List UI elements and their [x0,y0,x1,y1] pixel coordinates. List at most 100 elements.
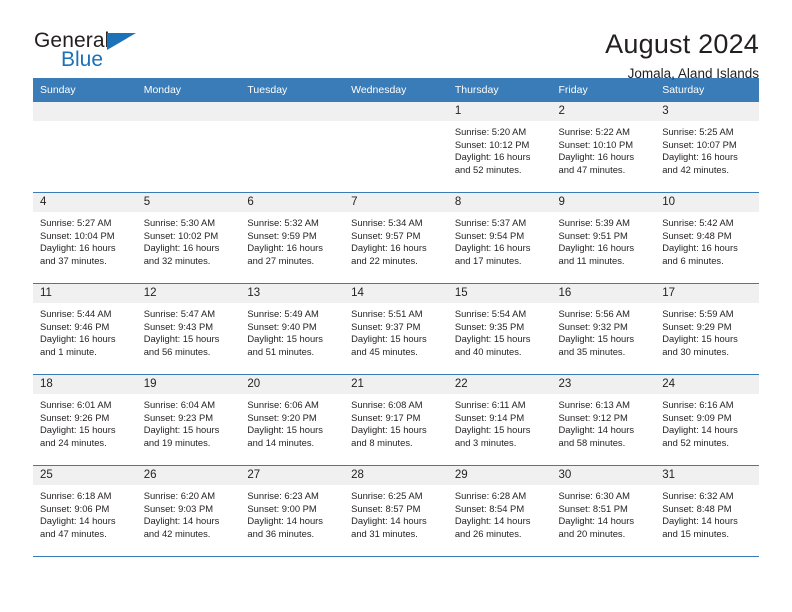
calendar-day-cell[interactable]: 3 Sunrise: 5:25 AM Sunset: 10:07 PM Dayligh… [655,102,759,193]
day-number: 18 [33,375,137,394]
calendar-day-cell[interactable]: 18 Sunrise: 6:01 AM Sunset: 9:26 PM Dayligh… [33,374,137,466]
calendar-day-cell[interactable]: 13 Sunrise: 5:49 AM Sunset: 9:40 PM Dayligh… [240,283,345,375]
calendar-week-row: 18 Sunrise: 6:01 AM Sunset: 9:26 PM Dayligh… [33,374,759,466]
calendar-day-cell[interactable]: 9 Sunrise: 5:39 AM Sunset: 9:51 PM Daylight… [551,192,656,284]
day-details: Sunrise: 5:25 AM Sunset: 10:07 PM Daylight… [655,121,759,176]
day-number: 1 [447,102,552,121]
sunrise-text: Sunrise: 5:49 AM [247,308,319,319]
calendar-day-cell[interactable]: 28 Sunrise: 6:25 AM Sunset: 8:57 PM Dayligh… [344,465,448,557]
daylight-text-cont: and 14 minutes. [247,436,315,448]
calendar-week-row: 4 Sunrise: 5:27 AM Sunset: 10:04 PM Dayligh… [33,192,759,284]
daylight-text-cont: and 8 minutes. [351,436,413,448]
sunrise-text: Sunrise: 6:16 AM [662,399,734,410]
calendar-day-cell[interactable]: 7 Sunrise: 5:34 AM Sunset: 9:57 PM Daylight… [344,192,448,284]
sunrise-text: Sunrise: 6:23 AM [247,490,319,501]
day-number: 14 [344,284,448,303]
sunrise-text: Sunrise: 5:27 AM [40,217,112,228]
day-details: Sunrise: 6:11 AM Sunset: 9:14 PM Daylight:… [448,394,552,449]
day-number: 10 [655,193,759,212]
calendar-day-cell[interactable]: 20 Sunrise: 6:06 AM Sunset: 9:20 PM Dayligh… [240,374,345,466]
day-number: 2 [551,102,656,121]
day-number: 15 [447,284,552,303]
sunrise-text: Sunrise: 5:42 AM [662,217,734,228]
day-cell-inner: 3 Sunrise: 5:25 AM Sunset: 10:07 PM Dayligh… [655,102,759,191]
calendar-day-cell[interactable]: 29 Sunrise: 6:28 AM Sunset: 8:54 PM Dayligh… [447,465,552,557]
logo-text-blue: Blue [61,48,104,71]
calendar-day-cell[interactable]: 2 Sunrise: 5:22 AM Sunset: 10:10 PM Dayligh… [551,102,656,193]
daylight-text: Daylight: 16 hours [40,242,116,254]
day-cell-inner: 8 Sunrise: 5:37 AM Sunset: 9:54 PM Daylight… [447,193,552,282]
sunset-text: Sunset: 9:29 PM [662,320,732,332]
calendar-day-cell[interactable]: 4 Sunrise: 5:27 AM Sunset: 10:04 PM Dayligh… [33,192,137,284]
calendar-day-cell[interactable]: 30 Sunrise: 6:30 AM Sunset: 8:51 PM Dayligh… [551,465,656,557]
daylight-text-cont: and 52 minutes. [454,163,522,175]
calendar-day-cell[interactable]: 15 Sunrise: 5:54 AM Sunset: 9:35 PM Dayligh… [447,283,552,375]
calendar-table: Sunday Monday Tuesday Wednesday Thursday… [33,78,759,557]
calendar-day-cell[interactable]: 25 Sunrise: 6:18 AM Sunset: 9:06 PM Dayligh… [33,465,137,557]
day-cell-inner: 4 Sunrise: 5:27 AM Sunset: 10:04 PM Dayligh… [33,193,137,282]
day-number: 5 [136,193,241,212]
day-cell-inner: 18 Sunrise: 6:01 AM Sunset: 9:26 PM Dayligh… [33,375,137,464]
day-details: Sunrise: 6:18 AM Sunset: 9:06 PM Daylight:… [33,485,137,540]
calendar-day-cell[interactable]: 19 Sunrise: 6:04 AM Sunset: 9:23 PM Dayligh… [136,374,241,466]
day-number: 16 [551,284,656,303]
sunset-text: Sunset: 9:06 PM [40,502,110,514]
calendar-day-cell[interactable]: 8 Sunrise: 5:37 AM Sunset: 9:54 PM Daylight… [447,192,552,284]
sunset-text: Sunset: 10:10 PM [558,138,634,150]
calendar-day-cell[interactable]: 26 Sunrise: 6:20 AM Sunset: 9:03 PM Dayligh… [136,465,241,557]
day-details: Sunrise: 5:34 AM Sunset: 9:57 PM Daylight:… [344,212,448,267]
calendar-day-cell[interactable]: 11 Sunrise: 5:44 AM Sunset: 9:46 PM Dayligh… [33,283,137,375]
calendar-day-cell[interactable]: 21 Sunrise: 6:08 AM Sunset: 9:17 PM Dayligh… [344,374,448,466]
calendar-day-cell[interactable]: 22 Sunrise: 6:11 AM Sunset: 9:14 PM Dayligh… [447,374,552,466]
day-number: 23 [551,375,656,394]
calendar-day-cell[interactable]: 12 Sunrise: 5:47 AM Sunset: 9:43 PM Dayligh… [136,283,241,375]
day-number: 3 [655,102,759,121]
sunrise-text: Sunrise: 5:34 AM [351,217,423,228]
calendar-day-cell[interactable]: 27 Sunrise: 6:23 AM Sunset: 9:00 PM Dayligh… [240,465,345,557]
sunrise-text: Sunrise: 6:28 AM [454,490,527,501]
daylight-text: Daylight: 14 hours [351,515,427,527]
daylight-text: Daylight: 15 hours [454,333,531,345]
daylight-text-cont: and 35 minutes. [558,345,626,357]
daylight-text: Daylight: 14 hours [247,515,323,527]
daylight-text-cont: and 3 minutes. [454,436,517,448]
calendar-day-cell[interactable]: 10 Sunrise: 5:42 AM Sunset: 9:48 PM Dayligh… [655,192,759,284]
sunset-text: Sunset: 9:57 PM [351,229,421,241]
daylight-text-cont: and 47 minutes. [40,527,107,539]
calendar-day-cell[interactable]: 6 Sunrise: 5:32 AM Sunset: 9:59 PM Daylight… [240,192,345,284]
day-details: Sunrise: 5:39 AM Sunset: 9:51 PM Daylight:… [552,212,656,267]
daylight-text-cont: and 17 minutes. [454,254,522,266]
calendar-day-cell[interactable]: 31 Sunrise: 6:32 AM Sunset: 8:48 PM Dayligh… [655,465,759,557]
calendar-day-cell[interactable]: 16 Sunrise: 5:56 AM Sunset: 9:32 PM Dayligh… [551,283,656,375]
day-cell-inner: 7 Sunrise: 5:34 AM Sunset: 9:57 PM Daylight… [344,193,448,282]
day-cell-inner: 28 Sunrise: 6:25 AM Sunset: 8:57 PM Dayligh… [344,466,448,555]
calendar-day-cell[interactable]: 5 Sunrise: 5:30 AM Sunset: 10:02 PM Dayligh… [136,192,241,284]
sunrise-text: Sunrise: 5:37 AM [454,217,527,228]
day-cell-inner [136,102,241,191]
daylight-text-cont: and 20 minutes. [558,527,626,539]
daylight-text-cont: and 11 minutes. [558,254,625,266]
sunrise-text: Sunrise: 5:30 AM [143,217,216,228]
calendar-day-cell[interactable]: 14 Sunrise: 5:51 AM Sunset: 9:37 PM Dayligh… [344,283,448,375]
daylight-text-cont: and 58 minutes. [558,436,626,448]
daylight-text-cont: and 1 minute. [40,345,97,357]
sunrise-text: Sunrise: 5:44 AM [40,308,112,319]
day-details: Sunrise: 5:44 AM Sunset: 9:46 PM Daylight:… [33,303,137,358]
day-number: 4 [33,193,137,212]
day-cell-inner: 27 Sunrise: 6:23 AM Sunset: 9:00 PM Dayligh… [240,466,345,555]
sunrise-text: Sunrise: 5:20 AM [454,126,527,137]
sunset-text: Sunset: 8:48 PM [662,502,732,514]
general-blue-logo[interactable]: General Blue [33,28,153,76]
calendar-day-cell[interactable]: 17 Sunrise: 5:59 AM Sunset: 9:29 PM Dayligh… [655,283,759,375]
page-subtitle: Jomala, Aland Islands [627,66,759,81]
sunset-text: Sunset: 9:09 PM [662,411,732,423]
calendar-week-row: 1 Sunrise: 5:20 AM Sunset: 10:12 PM Dayligh… [33,102,759,193]
sunrise-text: Sunrise: 5:39 AM [558,217,630,228]
day-details: Sunrise: 5:20 AM Sunset: 10:12 PM Daylight… [448,121,552,176]
day-number: 20 [240,375,345,394]
sunset-text: Sunset: 10:02 PM [143,229,219,241]
calendar-day-cell[interactable]: 24 Sunrise: 6:16 AM Sunset: 9:09 PM Dayligh… [655,374,759,466]
calendar-day-cell[interactable]: 1 Sunrise: 5:20 AM Sunset: 10:12 PM Dayligh… [447,102,552,193]
calendar-day-cell[interactable]: 23 Sunrise: 6:13 AM Sunset: 9:12 PM Dayligh… [551,374,656,466]
day-number: 21 [344,375,448,394]
